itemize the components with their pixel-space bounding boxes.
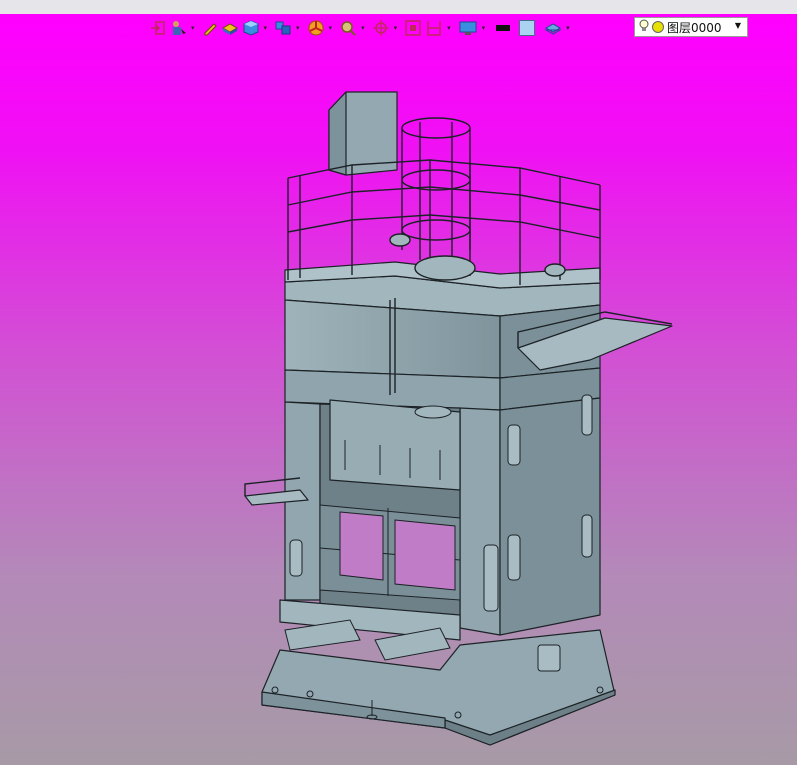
pencil-icon[interactable]: [202, 17, 218, 39]
display-icon[interactable]: [458, 17, 478, 39]
chevron-down-icon[interactable]: ▾: [191, 24, 195, 32]
zoom-icon[interactable]: [339, 17, 357, 39]
chevron-down-icon[interactable]: ▾: [447, 24, 451, 32]
line-color-swatch[interactable]: [496, 25, 511, 31]
box-icon[interactable]: [221, 17, 239, 39]
chevron-down-icon[interactable]: ▾: [329, 24, 333, 32]
chevron-down-icon[interactable]: ▾: [394, 24, 398, 32]
3d-viewport[interactable]: [0, 14, 797, 765]
layer-stack-icon[interactable]: [544, 17, 563, 39]
hydraulic-press-model[interactable]: [0, 14, 797, 765]
layer-dropdown[interactable]: 图层0000 ▼: [634, 17, 748, 37]
layer-color-dot[interactable]: [652, 21, 664, 33]
dropdown-arrow-icon[interactable]: ▼: [735, 21, 741, 30]
window-top-strip: [0, 0, 797, 14]
section-icon[interactable]: [425, 17, 443, 39]
color-wheel-icon[interactable]: [307, 17, 325, 39]
top-toolbar: ▾ ▾ ▾ ▾ ▾ ▾ ▾ ▾ ▾: [150, 16, 574, 40]
cube-icon[interactable]: [242, 17, 260, 39]
chevron-down-icon[interactable]: ▾: [566, 24, 570, 32]
multi-cube-icon[interactable]: [274, 17, 292, 39]
chevron-down-icon[interactable]: ▾: [264, 24, 268, 32]
fill-color-swatch[interactable]: [519, 20, 536, 36]
chevron-down-icon[interactable]: ▾: [361, 24, 365, 32]
chevron-down-icon[interactable]: ▾: [482, 24, 486, 32]
exit-icon[interactable]: [150, 17, 166, 39]
fit-icon[interactable]: [404, 17, 422, 39]
select-icon[interactable]: [169, 17, 187, 39]
chevron-down-icon[interactable]: ▾: [296, 24, 300, 32]
layer-name: 图层0000: [667, 20, 722, 35]
bulb-icon[interactable]: [639, 19, 649, 36]
move-icon[interactable]: [372, 17, 390, 39]
